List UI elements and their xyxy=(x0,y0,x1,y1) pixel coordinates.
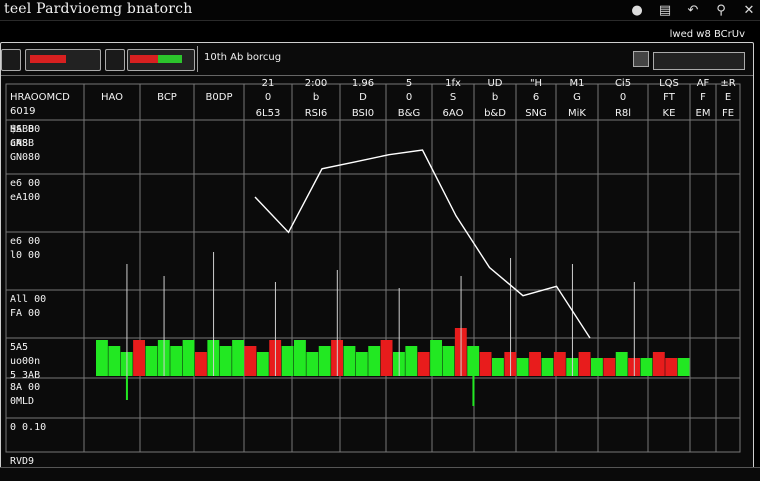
column-header-bottom: 6AO xyxy=(443,108,464,119)
column-header-mid: 0 xyxy=(265,92,271,103)
volume-bar xyxy=(541,358,554,376)
column-header-top: 1.96 xyxy=(352,78,374,89)
volume-bar xyxy=(615,352,628,376)
volume-bar xyxy=(318,346,331,376)
volume-bar xyxy=(195,352,207,376)
chart-area: HRAOOMCD 6019 HAO BCP B0DP 21 0 6L53 2:00 b RSI6 1.… xyxy=(5,78,741,467)
volume-bar xyxy=(640,358,653,376)
column-header-mid: FT xyxy=(663,92,676,103)
row-label: e6 00 xyxy=(10,236,40,247)
column-header-mid: b xyxy=(492,92,498,103)
trend-line xyxy=(254,149,591,339)
volume-bar xyxy=(430,340,442,376)
row-label: All 00 xyxy=(10,294,46,305)
column-header-mid: F xyxy=(700,92,706,103)
row-label: RVD9 xyxy=(10,456,34,467)
volume-bar xyxy=(182,340,195,376)
volume-bar xyxy=(256,352,269,376)
column-header-mid: 0 xyxy=(620,92,626,103)
volume-bar xyxy=(405,346,418,376)
row-label: 5 3AB xyxy=(10,370,40,381)
column-header-mid: G xyxy=(573,92,581,103)
column-header-bottom: KE xyxy=(663,108,676,119)
volume-bar xyxy=(603,358,616,376)
row-label: GN080 xyxy=(10,152,40,163)
column-header-mid: 6 xyxy=(533,92,539,103)
grid-border xyxy=(5,83,741,453)
column-header-mid: b xyxy=(313,92,319,103)
volume-bar xyxy=(665,358,678,376)
column-header-top: UD xyxy=(487,78,502,89)
column-header-top: LQS xyxy=(659,78,679,89)
volume-bar xyxy=(355,352,368,376)
column-header-mid: HAO xyxy=(101,92,123,103)
row-label: 5A5 xyxy=(10,342,28,353)
volume-bar xyxy=(281,346,294,376)
column-header-bottom: MiK xyxy=(568,108,586,119)
row-label: 0MLD xyxy=(10,396,34,407)
column-header-bottom: SNG xyxy=(525,108,547,119)
column-header-bottom: EM xyxy=(696,108,711,119)
volume-bar xyxy=(170,346,183,376)
volume-bar xyxy=(145,346,158,376)
volume-bar xyxy=(244,346,257,376)
row-header-sub: 6019 xyxy=(10,106,35,117)
column-header-top: 21 xyxy=(262,78,275,89)
column-header-top: M1 xyxy=(570,78,585,89)
column-header-top: "H xyxy=(530,78,542,89)
column-header-bottom: b&D xyxy=(484,108,506,119)
volume-bar xyxy=(516,358,529,376)
row-label: CNS xyxy=(10,138,28,149)
row-label: eA100 xyxy=(10,192,40,203)
row-label: 8A 00 xyxy=(10,382,40,393)
volume-bar xyxy=(442,346,455,376)
volume-bar xyxy=(529,352,541,376)
row-label: e6 00 xyxy=(10,178,40,189)
volume-bar xyxy=(294,340,306,376)
volume-bar xyxy=(417,352,430,376)
status-bar xyxy=(0,467,760,481)
column-header-bottom: BSI0 xyxy=(352,108,374,119)
volume-bar xyxy=(368,346,381,376)
column-header-mid: E xyxy=(725,92,731,103)
column-header-top: Ci5 xyxy=(615,78,631,89)
volume-bar xyxy=(108,346,121,376)
volume-bar xyxy=(306,352,319,376)
column-header-mid: 0 xyxy=(406,92,412,103)
volume-bar xyxy=(553,352,566,376)
volume-bar xyxy=(492,358,504,376)
volume-bar xyxy=(232,340,244,376)
volume-bar xyxy=(96,340,108,376)
volume-bar xyxy=(591,358,603,376)
column-header-top: 1fx xyxy=(445,78,461,89)
volume-bar xyxy=(219,346,232,376)
column-header-bottom: RSI6 xyxy=(305,108,328,119)
column-header-top: 5 xyxy=(406,78,412,89)
volume-bar xyxy=(578,352,591,376)
column-header-mid: B0DP xyxy=(206,92,233,103)
volume-bar xyxy=(133,340,145,376)
column-header-bottom: FE xyxy=(722,108,734,119)
volume-bar xyxy=(479,352,492,376)
column-header-bottom: B&G xyxy=(398,108,420,119)
row-label: HSBB xyxy=(10,124,34,135)
volume-bar xyxy=(343,346,356,376)
column-header-top: 2:00 xyxy=(305,78,327,89)
row-label: 0 0.10 xyxy=(10,422,46,433)
column-header-bottom: 6L53 xyxy=(256,108,281,119)
column-header-mid: D xyxy=(359,92,367,103)
column-header-mid: S xyxy=(450,92,456,103)
column-header-top: AF xyxy=(697,78,710,89)
volume-bar xyxy=(652,352,665,376)
row-header-title: HRAOOMCD xyxy=(10,92,70,103)
row-label: FA 00 xyxy=(10,308,40,319)
column-header-mid: BCP xyxy=(157,92,177,103)
row-label: uo00n xyxy=(10,356,40,367)
volume-bar xyxy=(467,346,480,376)
row-label: l0 00 xyxy=(10,250,40,261)
volume-bar xyxy=(677,358,690,376)
column-header-bottom: R8l xyxy=(615,108,631,119)
column-header-top: ±R xyxy=(720,78,735,89)
volume-bar xyxy=(380,340,393,376)
